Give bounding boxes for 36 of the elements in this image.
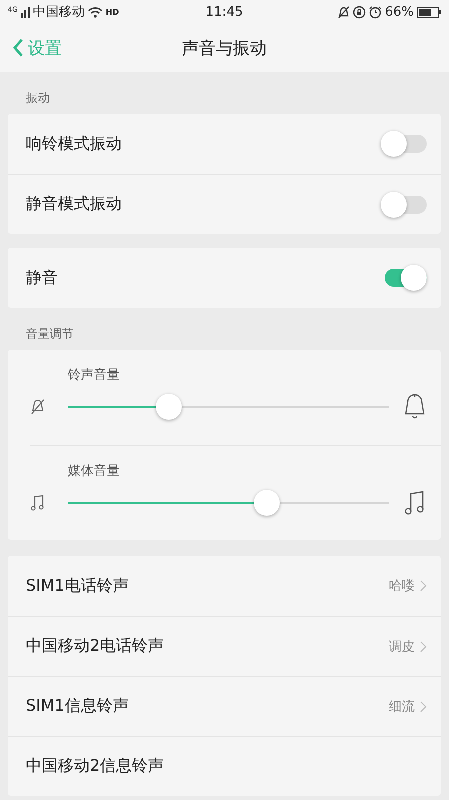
bell-muted-icon (30, 398, 46, 416)
hd-call-label: HD (106, 8, 120, 16)
chevron-right-icon (420, 700, 427, 712)
chevron-right-icon (420, 580, 427, 592)
toggle-switch[interactable] (381, 133, 427, 155)
battery-percent: 66% (385, 4, 414, 20)
music-note-icon (404, 490, 426, 516)
volume-slider[interactable] (68, 393, 389, 421)
section-label: 音量调节 (25, 326, 75, 343)
page-title: 声音与振动 (182, 38, 267, 60)
slider-thumb[interactable] (254, 490, 280, 516)
bell-icon (403, 393, 427, 421)
setting-label: 静音 (26, 268, 58, 288)
battery-icon (417, 6, 441, 18)
bell-muted-icon (338, 6, 350, 18)
chevron-right-icon (420, 640, 427, 652)
setting-label: 静音模式振动 (26, 194, 122, 215)
carrier-name: 中国移动 (32, 4, 85, 21)
signal-icon (20, 6, 30, 18)
toggle-switch[interactable] (381, 194, 427, 216)
clock: 11:45 (206, 4, 244, 20)
music-note-icon (30, 494, 46, 512)
slider-thumb[interactable] (156, 394, 182, 420)
slider-label: 铃声音量 (68, 368, 120, 383)
alarm-icon (369, 6, 382, 18)
slider-label: 媒体音量 (68, 464, 120, 479)
ringtone-item[interactable]: SIM1信息铃声 细流 (8, 676, 441, 736)
ringtone-item[interactable]: 中国移动2电话铃声 调皮 (8, 616, 441, 676)
wifi-icon (88, 6, 103, 18)
ringtone-item[interactable]: SIM1电话铃声 哈喽 (8, 556, 441, 616)
ringtone-item[interactable]: 中国移动2信息铃声 (8, 736, 441, 796)
rotation-lock-icon (353, 6, 366, 18)
back-chevron-icon (12, 38, 24, 58)
section-label: 振动 (25, 90, 51, 107)
volume-slider[interactable] (68, 489, 389, 517)
setting-label: 响铃模式振动 (26, 134, 122, 154)
